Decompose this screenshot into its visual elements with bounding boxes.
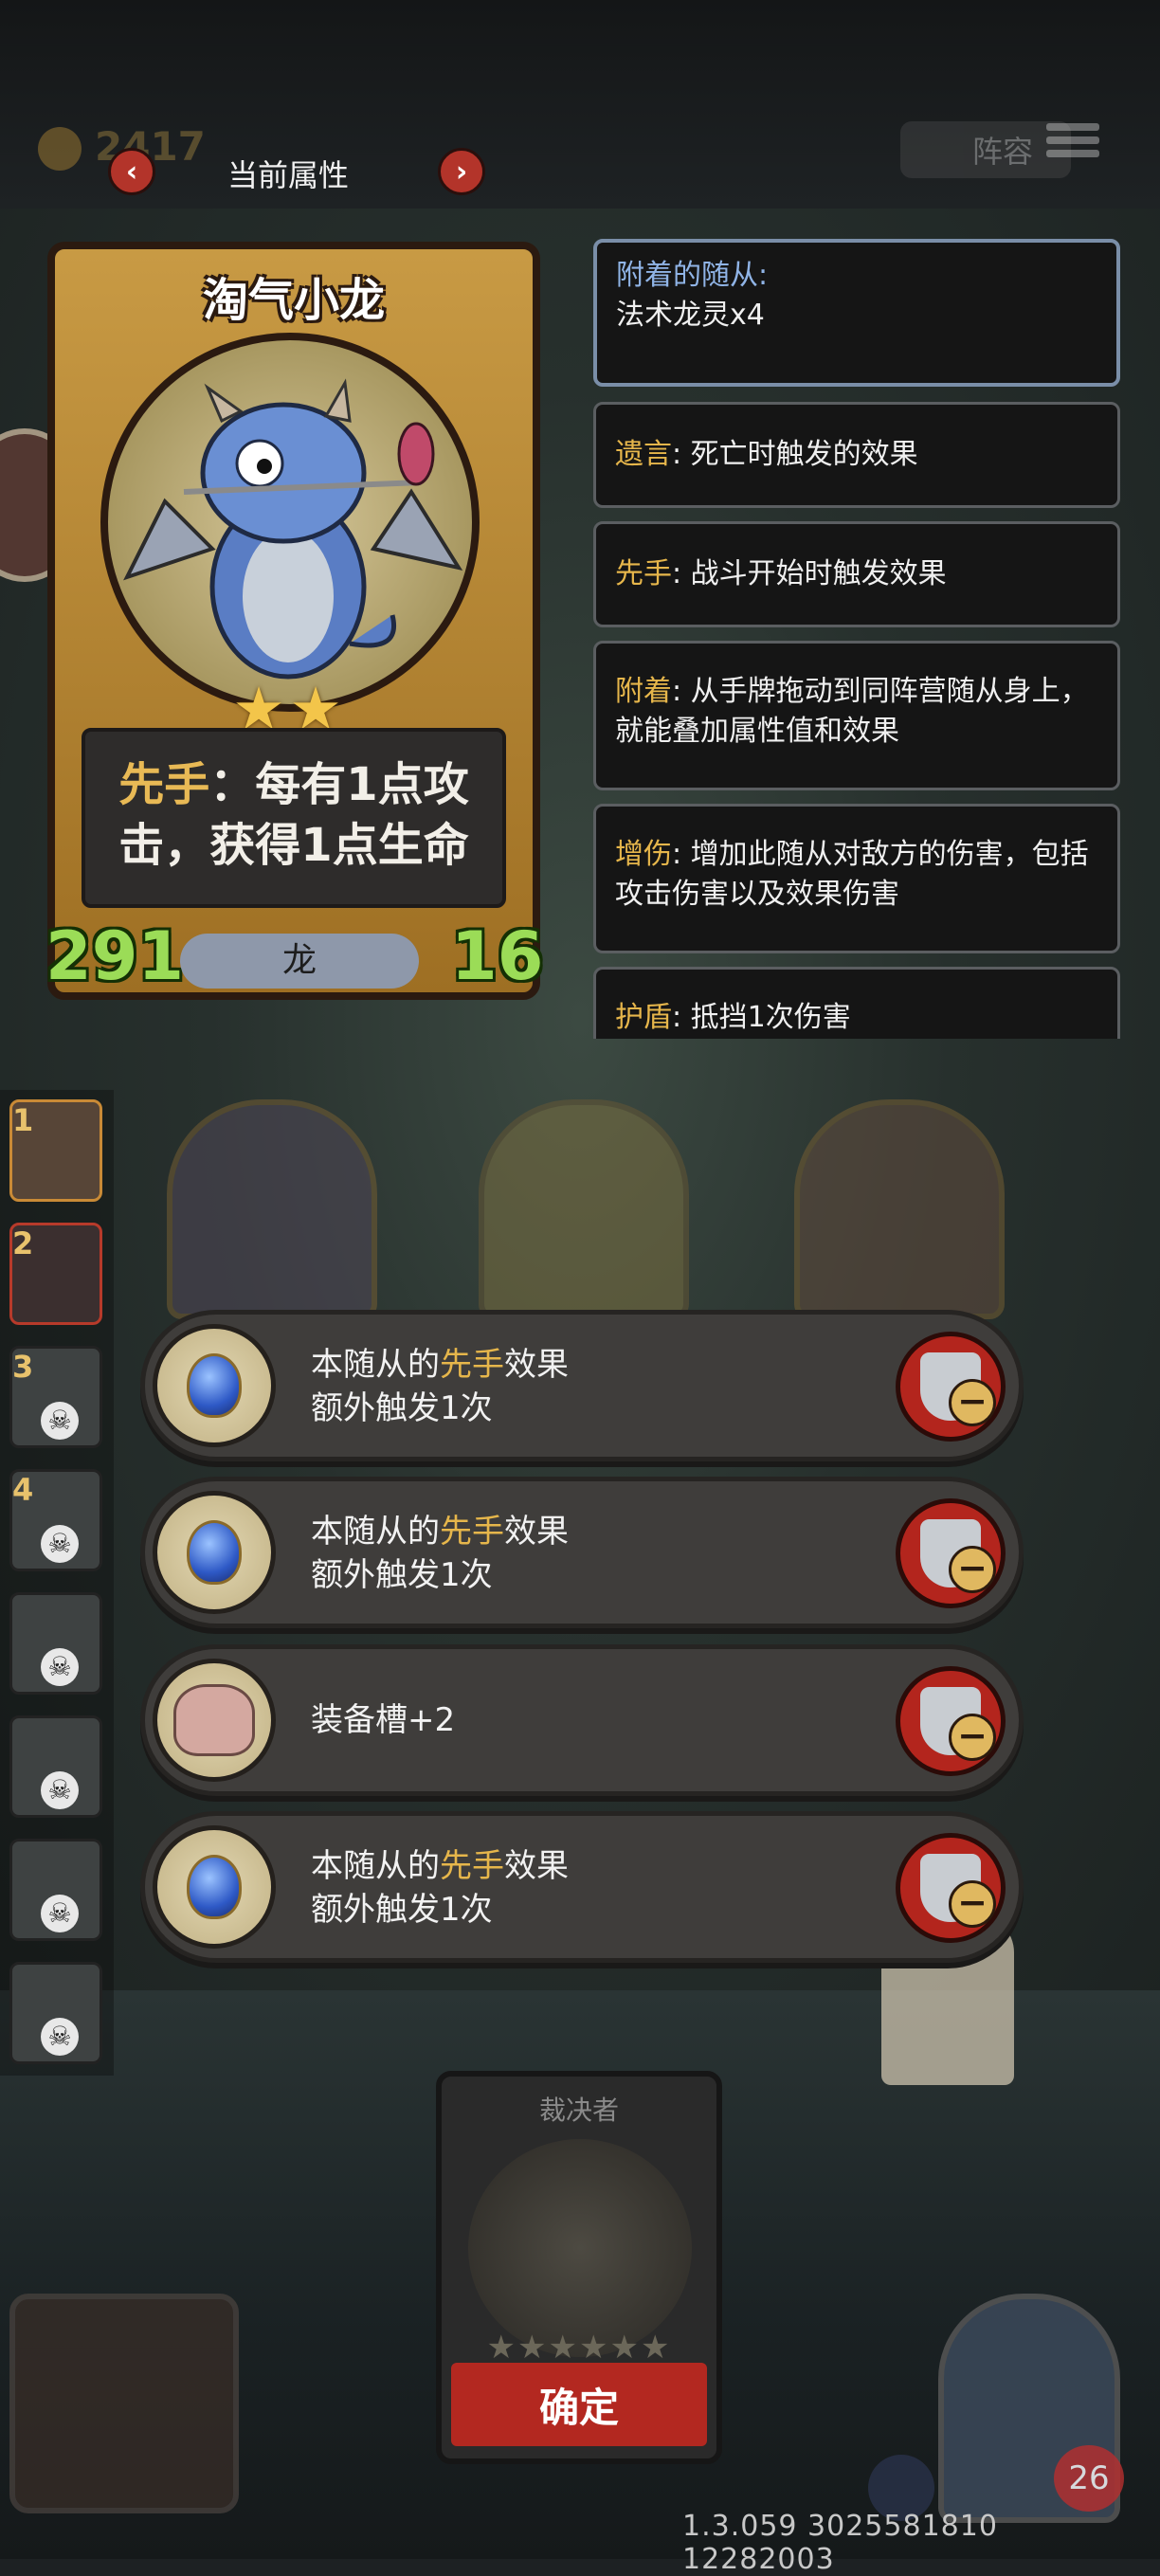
lineup-label: 阵容 xyxy=(971,134,1033,170)
header-title: 当前属性 xyxy=(227,157,350,193)
description-keyword: 先手 xyxy=(118,758,210,811)
effect-text: 装备槽+2 xyxy=(311,1701,456,1739)
keyword-deathrattle: 遗言: 死亡时触发的效果 xyxy=(593,402,1120,508)
roster-slot[interactable]: 3 ☠ xyxy=(9,1346,102,1448)
board-minion[interactable] xyxy=(794,1099,1005,1319)
keyword-glossary[interactable]: 附着的随从: 法术龙灵x4 遗言: 死亡时触发的效果 先手: 战斗开始时触发效果… xyxy=(588,237,1130,1039)
effect-row: 本随从的先手效果 额外触发1次 − xyxy=(140,1811,1024,1963)
minus-icon: − xyxy=(949,1714,996,1761)
remove-effect-button[interactable]: − xyxy=(896,1498,1006,1608)
minus-icon: − xyxy=(949,1546,996,1593)
keyword-shield: 护盾: 抵挡1次伤害 xyxy=(593,967,1120,1039)
tribe-label: 龙 xyxy=(180,934,419,989)
keyword-term: 增伤 xyxy=(615,838,672,871)
keyword-desc: 法术龙灵x4 xyxy=(616,299,765,332)
effect-row: 本随从的先手效果 额外触发1次 − xyxy=(140,1310,1024,1461)
skull-icon: ☠ xyxy=(41,2018,79,2056)
roster-sidebar: 1 2 3 ☠ 4 ☠ ☠ ☠ ☠ ☠ xyxy=(0,1090,114,2076)
slot-number: 2 xyxy=(12,1225,34,1261)
shield-icon: − xyxy=(920,1352,996,1426)
keyword-desc: : 从手牌拖动到同阵营随从身上，就能叠加属性值和效果 xyxy=(615,675,1089,748)
shield-icon: − xyxy=(920,1519,996,1593)
chest-icon[interactable] xyxy=(9,2294,239,2513)
skull-icon: ☠ xyxy=(41,1648,79,1686)
star-rating-icon: ★★★★★★ xyxy=(486,2329,672,2367)
dragon-icon xyxy=(123,378,463,680)
blue-orb-icon xyxy=(153,1324,276,1447)
chevron-left-icon: ‹ xyxy=(125,154,138,189)
dragon-portrait xyxy=(100,333,480,712)
keyword-term: 遗言 xyxy=(615,438,672,471)
next-arrow-button[interactable]: › xyxy=(438,148,485,195)
selected-card-name: 裁决者 xyxy=(538,2095,619,2126)
blue-orb-icon xyxy=(153,1825,276,1949)
pink-bag-icon xyxy=(153,1659,276,1782)
effect-row: 本随从的先手效果 额外触发1次 − xyxy=(140,1477,1024,1628)
skull-icon: ☠ xyxy=(41,1895,79,1932)
attack-value: 291 xyxy=(45,917,185,995)
lineup-button[interactable]: 阵容 xyxy=(900,121,1071,178)
keyword-term: 附着 xyxy=(615,675,672,708)
roster-slot[interactable]: ☠ xyxy=(9,1962,102,2064)
description-text-line2: 击，获得1点生命 xyxy=(118,819,469,872)
effect-row: 装备槽+2 − xyxy=(140,1644,1024,1796)
card-name: 淘气小龙 xyxy=(202,274,385,327)
slot-number: 1 xyxy=(12,1102,34,1138)
keyword-attached-minions: 附着的随从: 法术龙灵x4 xyxy=(593,239,1120,387)
effect-text: 本随从的先手效果 额外触发1次 xyxy=(311,1513,569,1594)
effect-text: 本随从的先手效果 额外触发1次 xyxy=(311,1847,569,1929)
roster-slot[interactable]: 4 ☠ xyxy=(9,1469,102,1571)
minus-icon: − xyxy=(949,1379,996,1426)
health-value: 16 xyxy=(451,917,544,995)
card-description: 先手：每有1点攻 击，获得1点生命 xyxy=(82,728,506,908)
keyword-desc: : 死亡时触发的效果 xyxy=(672,438,918,471)
roster-slot[interactable]: 1 xyxy=(9,1099,102,1202)
roster-slot[interactable]: ☠ xyxy=(9,1592,102,1695)
knight-portrait xyxy=(468,2139,692,2357)
roster-slot[interactable]: ☠ xyxy=(9,1839,102,1941)
keyword-desc: : 增加此随从对敌方的伤害，包括攻击伤害以及效果伤害 xyxy=(615,838,1089,911)
keyword-first-strike: 先手: 战斗开始时触发效果 xyxy=(593,521,1120,627)
hero-health-badge: 26 xyxy=(1054,2445,1124,2512)
effect-text: 本随从的先手效果 额外触发1次 xyxy=(311,1346,569,1427)
remove-effect-button[interactable]: − xyxy=(896,1666,1006,1776)
remove-effect-button[interactable]: − xyxy=(896,1833,1006,1943)
keyword-damage-boost: 增伤: 增加此随从对敌方的伤害，包括攻击伤害以及效果伤害 xyxy=(593,804,1120,953)
board-minion[interactable] xyxy=(479,1099,689,1319)
remove-effect-button[interactable]: − xyxy=(896,1332,1006,1442)
chevron-right-icon: › xyxy=(455,154,468,189)
version-text: 1.3.059 3025581810 12282003 xyxy=(682,2510,998,2576)
shield-icon: − xyxy=(920,1687,996,1761)
menu-icon[interactable] xyxy=(1046,118,1099,171)
keyword-term: 附着的随从: xyxy=(616,259,769,292)
skull-icon: ☠ xyxy=(41,1525,79,1563)
gold-coin-icon xyxy=(38,127,82,171)
roster-slot[interactable]: 2 xyxy=(9,1223,102,1325)
skull-icon: ☠ xyxy=(41,1771,79,1809)
shield-icon: − xyxy=(920,1854,996,1928)
blue-orb-icon xyxy=(153,1491,276,1614)
keyword-term: 护盾 xyxy=(615,1001,672,1034)
keyword-desc: : 抵挡1次伤害 xyxy=(672,1001,851,1034)
minus-icon: − xyxy=(949,1880,996,1928)
board-minion[interactable] xyxy=(167,1099,377,1319)
keyword-term: 先手 xyxy=(615,557,672,590)
keyword-attach: 附着: 从手牌拖动到同阵营随从身上，就能叠加属性值和效果 xyxy=(593,641,1120,790)
skull-icon: ☠ xyxy=(41,1402,79,1440)
roster-slot[interactable]: ☠ xyxy=(9,1715,102,1818)
keyword-desc: : 战斗开始时触发效果 xyxy=(672,557,947,590)
slot-number: 3 xyxy=(12,1349,34,1385)
confirm-button[interactable]: 确定 xyxy=(451,2363,707,2446)
minion-card: 淘气小龙 ★ ★ 先手：每有1点攻 击，获得1点生命 291 龙 16 xyxy=(45,242,544,1000)
slot-number: 4 xyxy=(12,1472,34,1508)
description-text: ：每有1点攻 xyxy=(209,758,469,811)
prev-arrow-button[interactable]: ‹ xyxy=(108,148,155,195)
